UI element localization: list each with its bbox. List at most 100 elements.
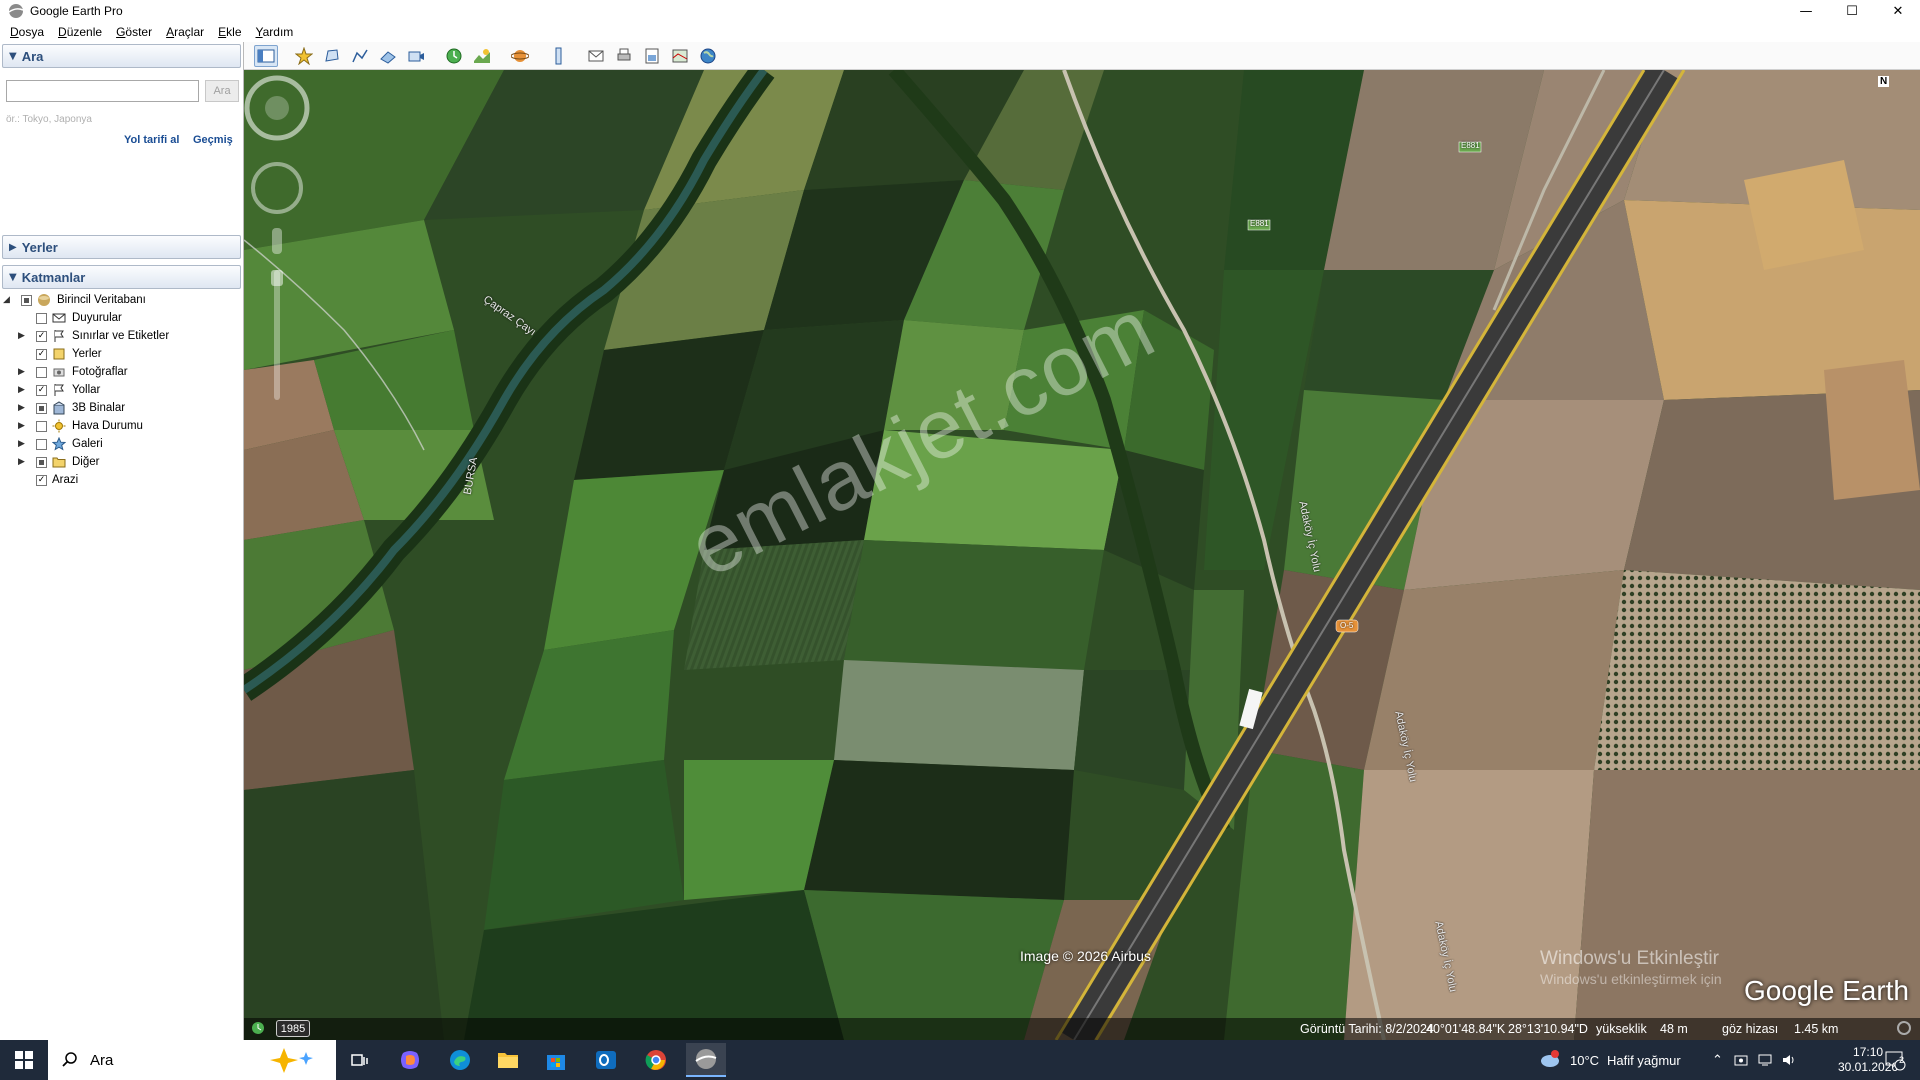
menu-file[interactable]: Dosya: [10, 25, 44, 39]
layer-item[interactable]: ▶ Galeri: [0, 435, 243, 453]
layer-checkbox[interactable]: [36, 312, 47, 324]
map-view[interactable]: Çapraz Çayı BURSA Adaköy İç Yolu Adaköy …: [244, 70, 1920, 1040]
menu-view[interactable]: Göster: [116, 25, 152, 39]
weather-widget[interactable]: 10°C Hafif yağmur: [1538, 1040, 1681, 1080]
sunlight-icon[interactable]: [470, 45, 494, 67]
volume-icon[interactable]: [1781, 1052, 1797, 1068]
expand-arrow-icon: ▶: [9, 241, 17, 253]
camera-icon[interactable]: [1733, 1052, 1749, 1068]
layer-root[interactable]: ◢ Birincil Veritabanı: [0, 291, 243, 309]
layer-item[interactable]: ▶ ✓ Yollar: [0, 381, 243, 399]
search-section-header[interactable]: ▼ Ara: [2, 44, 241, 68]
layer-checkbox[interactable]: [36, 420, 47, 432]
menu-edit[interactable]: Düzenle: [58, 25, 102, 39]
layer-item[interactable]: ▶ ✓ Sınırlar ve Etiketler: [0, 327, 243, 345]
windows-start-icon[interactable]: [8, 1046, 40, 1074]
copilot-icon[interactable]: [394, 1046, 426, 1074]
sidebar-toggle-icon[interactable]: [254, 44, 278, 67]
layer-item[interactable]: ✓ Yerler: [0, 345, 243, 363]
places-icon: [53, 348, 65, 360]
layer-item[interactable]: ✓ Arazi: [0, 471, 243, 489]
view-in-maps-icon[interactable]: [668, 45, 692, 67]
image-overlay-icon[interactable]: [376, 45, 400, 67]
layers-section-header[interactable]: ▼ Katmanlar: [2, 265, 241, 289]
menu-add[interactable]: Ekle: [218, 25, 241, 39]
placemark-icon[interactable]: [292, 45, 316, 67]
layer-checkbox[interactable]: ✓: [36, 348, 47, 360]
compass-north[interactable]: N: [1878, 76, 1890, 87]
expand-arrow-icon[interactable]: ▶: [18, 367, 28, 377]
layer-root-label: Birincil Veritabanı: [57, 294, 146, 306]
windows-activation-title: Windows'u Etkinleştir: [1540, 948, 1719, 969]
record-tour-icon[interactable]: [404, 45, 428, 67]
outlook-icon[interactable]: [590, 1046, 622, 1074]
maximize-button[interactable]: ☐: [1830, 0, 1874, 22]
layer-label: Yollar: [72, 384, 101, 396]
envelope-icon: [52, 313, 66, 323]
database-icon: [38, 294, 50, 306]
layer-checkbox[interactable]: [36, 402, 47, 414]
layer-item[interactable]: ▶ 3B Binalar: [0, 399, 243, 417]
taskbar-search-placeholder: Ara: [90, 1051, 114, 1069]
minimize-button[interactable]: —: [1784, 0, 1828, 22]
print-icon[interactable]: [612, 45, 636, 67]
historical-imagery-icon[interactable]: [442, 45, 466, 67]
email-icon[interactable]: [584, 45, 608, 67]
expand-arrow-icon[interactable]: ▶: [18, 421, 28, 431]
taskbar-search[interactable]: Ara: [48, 1040, 336, 1080]
latitude: 40°01'48.84"K: [1426, 1022, 1506, 1036]
search-input[interactable]: [6, 80, 199, 102]
layer-label: Sınırlar ve Etiketler: [72, 330, 170, 342]
expand-arrow-icon[interactable]: ▶: [18, 403, 28, 413]
ruler-icon[interactable]: [546, 45, 570, 67]
search-button[interactable]: Ara: [205, 80, 239, 102]
layer-checkbox[interactable]: ✓: [36, 384, 47, 396]
expand-arrow-icon[interactable]: ▶: [18, 439, 28, 449]
layer-checkbox[interactable]: [36, 366, 47, 378]
star-icon: [52, 437, 66, 451]
save-image-icon[interactable]: [640, 45, 664, 67]
layer-item[interactable]: ▶ Hava Durumu: [0, 417, 243, 435]
microsoft-store-icon[interactable]: [540, 1046, 572, 1074]
collapse-arrow-icon[interactable]: ◢: [3, 295, 13, 305]
directions-link[interactable]: Yol tarifi al: [124, 134, 179, 146]
path-icon[interactable]: [348, 45, 372, 67]
flag-icon: [54, 330, 64, 342]
layer-checkbox[interactable]: [36, 456, 47, 468]
historical-year-button[interactable]: 1985: [276, 1020, 310, 1037]
layer-checkbox[interactable]: ✓: [36, 330, 47, 342]
google-earth-logo: Google Earth: [1744, 975, 1909, 1006]
chrome-icon[interactable]: [640, 1046, 672, 1074]
expand-arrow-icon[interactable]: ▶: [18, 385, 28, 395]
network-icon[interactable]: [1757, 1052, 1773, 1068]
google-earth-taskbar-icon[interactable]: [686, 1043, 726, 1077]
layer-item[interactable]: ▶ Fotoğraflar: [0, 363, 243, 381]
polygon-icon[interactable]: [320, 45, 344, 67]
menu-help[interactable]: Yardım: [256, 25, 294, 39]
menu-tools[interactable]: Araçlar: [166, 25, 204, 39]
close-button[interactable]: ✕: [1876, 0, 1920, 22]
task-view-icon[interactable]: [344, 1046, 376, 1074]
navigation-controls[interactable]: [244, 70, 310, 410]
folder-icon: [52, 457, 66, 468]
chevron-up-icon[interactable]: ⌃: [1712, 1053, 1723, 1068]
edge-browser-icon[interactable]: [444, 1046, 476, 1074]
expand-arrow-icon[interactable]: ▶: [18, 331, 28, 341]
layer-item[interactable]: ▶ Diğer: [0, 453, 243, 471]
eye-altitude-value: 1.45 km: [1794, 1022, 1839, 1036]
notification-center-icon[interactable]: 2: [1884, 1040, 1906, 1080]
earth-icon[interactable]: [696, 45, 720, 67]
elevation-value: 48 m: [1660, 1022, 1688, 1036]
layer-label: Duyurular: [72, 312, 122, 324]
file-explorer-icon[interactable]: [492, 1046, 524, 1074]
eye-altitude-label: göz hizası: [1722, 1022, 1779, 1036]
layer-checkbox[interactable]: [36, 438, 47, 450]
expand-arrow-icon[interactable]: ▶: [18, 457, 28, 467]
layer-item[interactable]: Duyurular: [0, 309, 243, 327]
satellite-imagery: [244, 70, 1920, 1040]
history-link[interactable]: Geçmiş: [193, 134, 233, 146]
places-section-header[interactable]: ▶ Yerler: [2, 235, 241, 259]
layer-checkbox[interactable]: [21, 294, 32, 306]
layer-checkbox[interactable]: ✓: [36, 474, 47, 486]
planets-icon[interactable]: [508, 45, 532, 67]
